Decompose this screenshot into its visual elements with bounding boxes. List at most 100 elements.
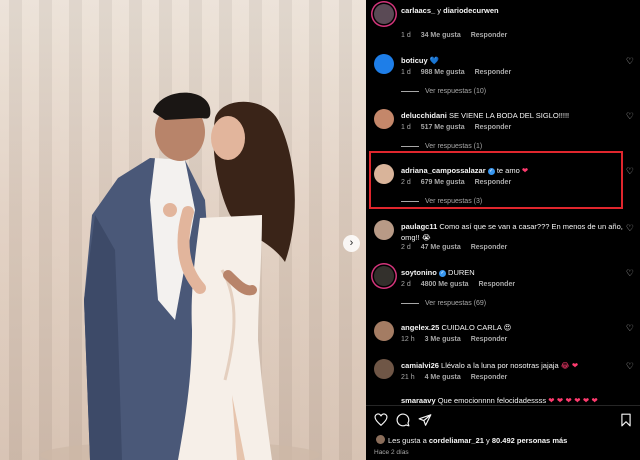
avatar — [376, 435, 385, 444]
comment-likes[interactable]: 4 Me gusta — [425, 374, 461, 381]
avatar[interactable] — [374, 359, 394, 379]
reply-button[interactable]: Responder — [479, 281, 516, 288]
avatar[interactable] — [374, 321, 394, 341]
post-author-line: carlaacs_ y diariodecurwen — [401, 5, 623, 16]
comment-username[interactable]: angelex.25 — [401, 323, 439, 332]
comment-text: boticuy 💙 — [401, 55, 623, 66]
view-replies-button[interactable]: Ver respuestas (1) — [401, 143, 482, 150]
comment-time: 12 h — [401, 336, 415, 343]
comment-text: angelex.25 CUIDALO CARLA 😍 — [401, 322, 623, 333]
comment-time: 2 d — [401, 244, 411, 251]
replies-line — [401, 145, 419, 147]
comment-item: angelex.25 CUIDALO CARLA 😍 ♡ 12 h 3 Me g… — [366, 320, 640, 350]
comment-meta: 1 d 34 Me gusta Responder — [401, 32, 515, 39]
bookmark-icon[interactable] — [620, 413, 632, 427]
comment-text: paulagc11 Como así que se van a casar???… — [401, 221, 623, 243]
avatar[interactable] — [374, 4, 394, 24]
comment-item: camialvi26 Llévalo a la luna por nosotra… — [366, 358, 640, 388]
comment-time: 1 d — [401, 32, 411, 39]
emoji: ❤ ❤ ❤ ❤ ❤ ❤ — [548, 396, 598, 405]
reply-button[interactable]: Responder — [475, 124, 512, 131]
highlight-box — [369, 151, 623, 209]
heart-icon[interactable]: ♡ — [626, 56, 634, 67]
view-replies-label: Ver respuestas (1) — [425, 143, 483, 150]
likes-user[interactable]: cordeliamar_21 — [429, 436, 484, 445]
comment-time: 2 d — [401, 281, 411, 288]
view-replies-label: Ver respuestas (10) — [425, 88, 487, 95]
comment-time: 21 h — [401, 374, 415, 381]
likes-summary[interactable]: Les gusta a cordeliamar_21 y 80.492 pers… — [388, 436, 567, 445]
view-replies-label: Ver respuestas (69) — [425, 300, 487, 307]
comment-body: SE VIENE LA BODA DEL SIGLO!!!!! — [448, 111, 570, 120]
reply-button[interactable]: Responder — [471, 374, 508, 381]
comment-username[interactable]: delucchidani — [401, 111, 447, 120]
share-icon[interactable] — [418, 413, 432, 427]
comment-icon[interactable] — [396, 413, 410, 427]
likes-joiner: y — [486, 436, 490, 445]
comment-username[interactable]: soytonino — [401, 268, 437, 277]
comment-likes[interactable]: 988 Me gusta — [421, 69, 465, 76]
emoji: 😭 — [421, 233, 431, 242]
comment-meta: 12 h 3 Me gusta Responder — [401, 336, 515, 343]
avatar[interactable] — [374, 109, 394, 129]
emoji: 😍 — [503, 323, 512, 332]
comment-likes[interactable]: 3 Me gusta — [425, 336, 461, 343]
post-photo[interactable]: › — [0, 0, 366, 460]
verified-badge-icon: ✓ — [438, 269, 446, 277]
emoji: 💙 — [429, 56, 440, 65]
comment-item: soytonino ✓ DUREN ♡ 2 d 4800 Me gusta Re… — [366, 265, 640, 313]
carousel-next-button[interactable]: › — [343, 235, 360, 252]
comment-body: DUREN — [448, 268, 475, 277]
comment-username[interactable]: carlaacs_ — [401, 6, 435, 15]
coauthor-username[interactable]: diariodecurwen — [443, 6, 498, 15]
comment-text: soytonino ✓ DUREN — [401, 267, 623, 278]
comment-text: camialvi26 Llévalo a la luna por nosotra… — [401, 360, 623, 371]
reply-button[interactable]: Responder — [475, 69, 512, 76]
joiner-text: y — [437, 6, 442, 15]
heart-icon[interactable]: ♡ — [626, 111, 634, 122]
heart-icon[interactable]: ♡ — [626, 323, 634, 334]
heart-icon[interactable]: ♡ — [626, 361, 634, 372]
comment-time: 1 d — [401, 124, 411, 131]
comment-item: paulagc11 Como así que se van a casar???… — [366, 219, 640, 259]
post-actions-bar: Les gusta a cordeliamar_21 y 80.492 pers… — [366, 405, 640, 460]
heart-icon[interactable]: ♡ — [626, 223, 634, 234]
reply-button[interactable]: Responder — [471, 336, 508, 343]
post-time: Hace 2 días — [374, 449, 409, 456]
emoji: 😂 ❤ — [560, 361, 579, 370]
avatar[interactable] — [374, 54, 394, 74]
comment-likes[interactable]: 34 Me gusta — [421, 32, 461, 39]
comment-body: CUIDALO CARLA — [441, 323, 502, 332]
likes-count[interactable]: 80.492 personas más — [492, 436, 567, 445]
comment-likes[interactable]: 47 Me gusta — [421, 244, 461, 251]
avatar[interactable] — [374, 266, 394, 286]
comment-meta: 1 d 988 Me gusta Responder — [401, 69, 519, 76]
comment-username[interactable]: paulagc11 — [401, 222, 437, 231]
comments-panel: carlaacs_ y diariodecurwen 1 d 34 Me gus… — [366, 0, 640, 460]
comment-item: delucchidani SE VIENE LA BODA DEL SIGLO!… — [366, 108, 640, 156]
comment-item: boticuy 💙 ♡ 1 d 988 Me gusta Responder V… — [366, 52, 640, 102]
comment-body: Que emocionnnn felocidadessss — [437, 396, 547, 405]
comment-meta: 1 d 517 Me gusta Responder — [401, 124, 519, 131]
reply-button[interactable]: Responder — [471, 32, 508, 39]
comment-meta: 2 d 4800 Me gusta Responder — [401, 281, 523, 288]
heart-icon[interactable]: ♡ — [626, 166, 634, 177]
likes-prefix: Les gusta a — [388, 436, 427, 445]
heart-icon[interactable]: ♡ — [626, 268, 634, 279]
couple-illustration — [40, 92, 320, 460]
comment-username[interactable]: smaraavy — [401, 396, 436, 405]
heart-icon[interactable] — [374, 413, 388, 427]
comment-likes[interactable]: 4800 Me gusta — [421, 281, 469, 288]
comment-item: carlaacs_ y diariodecurwen 1 d 34 Me gus… — [366, 0, 640, 44]
view-replies-button[interactable]: Ver respuestas (69) — [401, 300, 486, 307]
view-replies-button[interactable]: Ver respuestas (10) — [401, 88, 486, 95]
avatar[interactable] — [374, 220, 394, 240]
comment-likes[interactable]: 517 Me gusta — [421, 124, 465, 131]
replies-line — [401, 302, 419, 304]
comment-username[interactable]: boticuy — [401, 56, 428, 65]
comment-meta: 21 h 4 Me gusta Responder — [401, 374, 515, 381]
reply-button[interactable]: Responder — [471, 244, 508, 251]
comment-username[interactable]: camialvi26 — [401, 361, 439, 370]
comment-meta: 2 d 47 Me gusta Responder — [401, 244, 515, 251]
replies-line — [401, 90, 419, 92]
